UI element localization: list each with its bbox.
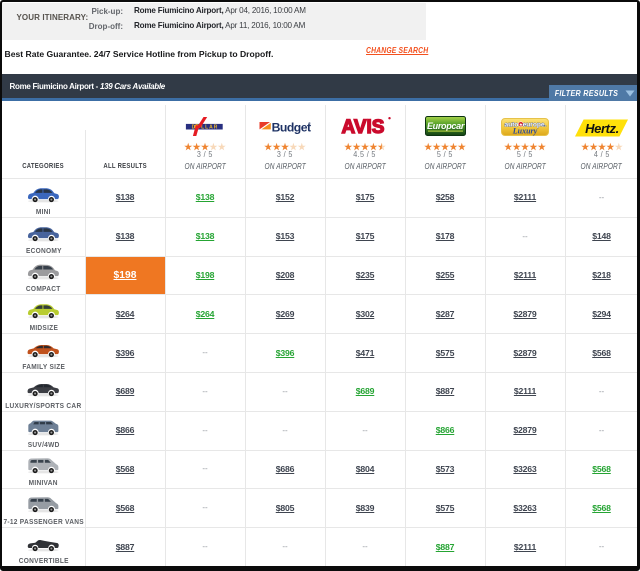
svg-text:Europcar: Europcar xyxy=(426,121,464,131)
svg-text:Budget: Budget xyxy=(272,121,311,135)
svg-text:AVIS: AVIS xyxy=(342,117,385,136)
svg-text:®: ® xyxy=(308,121,311,126)
svg-text:Luxury: Luxury xyxy=(512,127,538,136)
svg-text:Hertz.: Hertz. xyxy=(585,121,619,136)
